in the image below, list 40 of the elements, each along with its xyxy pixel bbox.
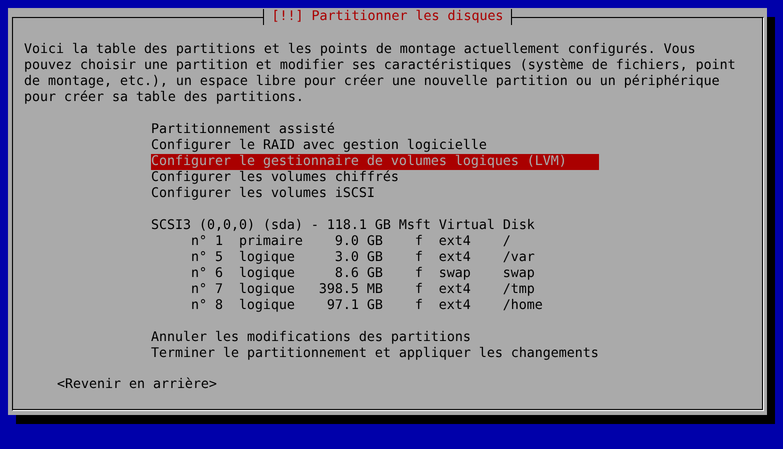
partition-number: n° 5 (190, 250, 224, 266)
partition-type: logique (238, 298, 296, 314)
partition-number: n° 6 (190, 266, 224, 282)
disk-label[interactable]: SCSI3 (0,0,0) (sda) - 118.1 GB Msft Virtual Disk (151, 218, 767, 234)
back-button[interactable]: <Revenir en arrière> (57, 377, 217, 393)
mount-point: /home (502, 298, 544, 314)
partition-type: logique (238, 266, 296, 282)
partition-number: n° 1 (190, 234, 224, 250)
filesystem-label: swap (438, 266, 472, 282)
menu-item[interactable]: Configurer le RAID avec gestion logicielle (151, 138, 599, 154)
format-label: f (414, 250, 424, 266)
format-label: f (414, 266, 424, 282)
filesystem-label: ext4 (438, 282, 472, 298)
filesystem-label: ext4 (438, 250, 472, 266)
format-label: f (414, 234, 424, 250)
mount-point: /tmp (502, 282, 536, 298)
mount-point: / (502, 234, 512, 250)
partition-size: 3.0 GB (334, 250, 383, 266)
format-label: f (414, 298, 424, 314)
partition-size: 97.1 GB (326, 298, 383, 314)
format-label: f (414, 282, 424, 298)
partition-type: logique (238, 282, 296, 298)
menu-item[interactable]: Partitionnement assisté (151, 122, 599, 138)
menu-item[interactable]: Configurer les volumes iSCSI (151, 186, 599, 202)
partition-size: 8.6 GB (334, 266, 383, 282)
filesystem-label: ext4 (438, 298, 472, 314)
partition-type: logique (238, 250, 296, 266)
mount-point: /var (502, 250, 536, 266)
menu-item[interactable]: Terminer le partitionnement et appliquer les changements (151, 346, 599, 362)
partition-number: n° 8 (190, 298, 224, 314)
filesystem-label: ext4 (438, 234, 472, 250)
partition-size: 398.5 MB (318, 282, 383, 298)
dialog-title: [!!] Partitionner les disques (262, 9, 512, 25)
mount-point: swap (502, 266, 536, 282)
description-text: Voici la table des partitions et les points de montage actuellement configurés. Vous pouvez choisir une partition et modifier ses caractéristiques (système de fichiers, point de montage, etc.), un espace libre pour créer une nouvelle partition ou un périphérique pour créer sa table des partitions. (24, 42, 737, 106)
partition-type: primaire (238, 234, 304, 250)
menu-item[interactable]: Annuler les modifications des partitions (151, 330, 599, 346)
partition-size: 9.0 GB (334, 234, 383, 250)
menu-item[interactable]: Configurer les volumes chiffrés (151, 170, 599, 186)
partition-number: n° 7 (190, 282, 224, 298)
